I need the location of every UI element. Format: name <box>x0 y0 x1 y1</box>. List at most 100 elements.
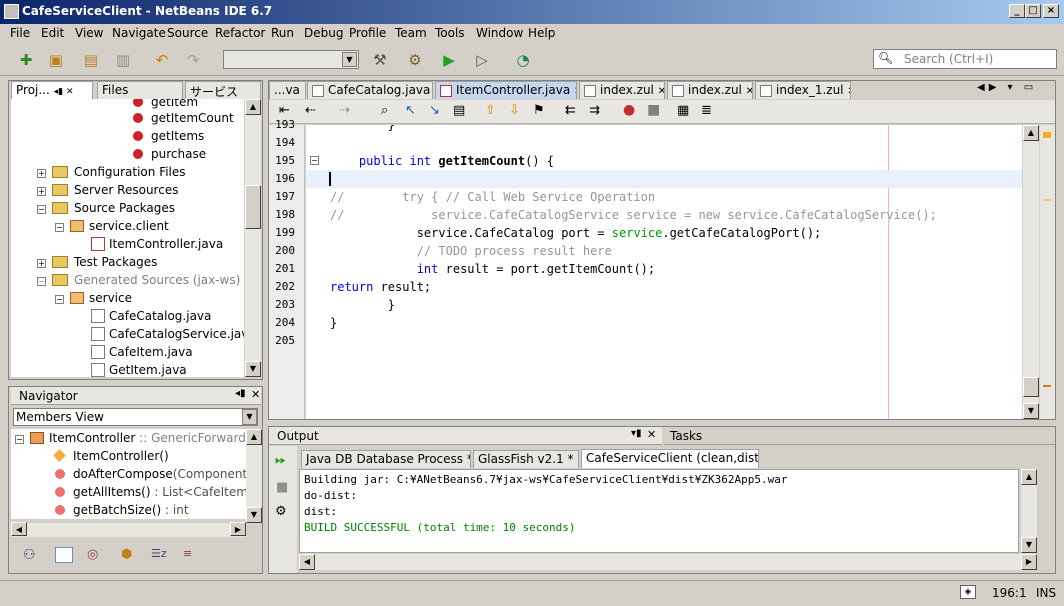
toggle-highlight-icon[interactable]: ▤ <box>453 103 465 118</box>
close-button[interactable]: × <box>1043 4 1059 18</box>
tree-item-source-packages[interactable]: − Source Packages <box>37 199 175 217</box>
output-header[interactable]: Output ▾▮ ✕ <box>269 427 662 445</box>
redo-icon[interactable]: ↷ <box>181 48 205 72</box>
tab-services[interactable]: サービス <box>185 81 261 99</box>
menu-debug[interactable]: Debug <box>304 26 343 40</box>
new-file-icon[interactable]: ✚ <box>14 48 38 72</box>
member-item[interactable]: getAllItems() : List<CafeItem> <box>55 483 246 501</box>
tab-files[interactable]: Files <box>97 81 183 99</box>
run-icon[interactable]: ▶ <box>437 48 461 72</box>
scroll-thumb[interactable] <box>245 185 261 229</box>
tree-item-configuration-files[interactable]: + Configuration Files <box>37 163 186 181</box>
code-line[interactable]: } <box>330 125 395 134</box>
collapse-icon[interactable]: − <box>37 205 46 214</box>
code-line[interactable]: } <box>330 296 395 314</box>
code-line[interactable]: int result = port.getItemCount(); <box>330 260 655 278</box>
tree-item-service[interactable]: − service <box>55 289 132 307</box>
collapse-icon[interactable]: − <box>37 277 46 286</box>
menu-team[interactable]: Team <box>395 26 427 40</box>
toggle-bookmark-icon[interactable]: ⚑ <box>533 103 545 118</box>
tree-item-cafecatalogservice-java[interactable]: CafeCatalogService.java <box>91 325 244 343</box>
forward-icon[interactable]: ⇢ <box>339 103 350 118</box>
output-hscrollbar[interactable]: ◀ ▶ <box>299 554 1037 570</box>
stop-icon[interactable]: ■ <box>276 480 288 495</box>
tab-editor-0[interactable]: ...va <box>269 81 306 99</box>
notification-icon[interactable]: ◈ <box>960 585 976 599</box>
menu-window[interactable]: Window <box>476 26 523 40</box>
minimize-button[interactable]: _ <box>1009 4 1025 18</box>
find-next-icon[interactable]: ↘ <box>429 103 440 118</box>
collapse-icon[interactable]: − <box>55 223 64 232</box>
menu-edit[interactable]: Edit <box>41 26 64 40</box>
minimize-panel-icon[interactable]: ◂▮ <box>235 388 246 399</box>
menu-refactor[interactable]: Refactor <box>215 26 265 40</box>
fold-icon[interactable]: − <box>310 156 319 165</box>
tree-item-cafecatalog-java[interactable]: CafeCatalog.java <box>91 307 211 325</box>
menu-navigate[interactable]: Navigate <box>112 26 166 40</box>
start-macro-icon[interactable]: ● <box>623 102 635 118</box>
tasks-header[interactable]: Tasks <box>664 427 1055 445</box>
undo-icon[interactable]: ↶ <box>150 48 174 72</box>
filter-nonpublic-icon[interactable] <box>55 547 73 563</box>
menu-file[interactable]: File <box>10 26 30 40</box>
profile-icon[interactable]: ◔ <box>511 48 535 72</box>
output-tab-2[interactable]: CafeServiceClient (clean,dist) ✕ <box>581 449 759 468</box>
next-bookmark-icon[interactable]: ⇩ <box>509 103 520 118</box>
output-text-area[interactable]: Building jar: C:¥ANetBeans6.7¥jax-ws¥Caf… <box>299 469 1019 553</box>
close-panel-icon[interactable]: ✕ <box>251 388 260 401</box>
settings-icon[interactable]: ⚙ <box>275 504 287 519</box>
code-line[interactable]: } <box>330 314 337 332</box>
save-all-icon[interactable]: ▥ <box>111 48 135 72</box>
scroll-up-icon[interactable]: ▲ <box>1021 469 1037 485</box>
tab-scroll-icons[interactable]: ◀▶ ▾ ▭ <box>977 82 1037 93</box>
scroll-down-icon[interactable]: ▼ <box>1021 537 1037 553</box>
menu-help[interactable]: Help <box>528 26 555 40</box>
previous-bookmark-icon[interactable]: ⇧ <box>485 103 496 118</box>
scroll-up-icon[interactable]: ▲ <box>245 99 261 115</box>
search-box[interactable]: 🔍︎ Search (Ctrl+I) <box>873 49 1057 69</box>
tree-item-getitem-java[interactable]: GetItem.java <box>91 361 187 377</box>
members-view-dropdown[interactable]: Members View ▼ <box>13 408 258 426</box>
tree-item-getitemcount[interactable]: getItemCount <box>133 109 234 127</box>
error-stripe[interactable] <box>1040 125 1055 419</box>
tree-item-getitems[interactable]: getItems <box>133 127 204 145</box>
warning-marker[interactable] <box>1043 132 1051 138</box>
collapse-icon[interactable]: − <box>55 295 64 304</box>
output-scrollbar[interactable]: ▲ ▼ <box>1021 469 1037 553</box>
rerun-icon[interactable]: ⏩︎ <box>275 452 286 468</box>
code-line[interactable]: // try { // Call Web Service Operation <box>330 188 655 206</box>
code-line[interactable]: public int getItemCount() { <box>330 152 554 170</box>
code-line[interactable]: return result; <box>330 278 431 296</box>
member-root[interactable]: − ItemController :: GenericForwardComp <box>15 429 246 447</box>
code-line[interactable]: service.CafeCatalog port = service.getCa… <box>330 224 822 242</box>
search-placeholder[interactable]: Search (Ctrl+I) <box>904 52 993 66</box>
editor-scrollbar[interactable]: ▲ ▼ <box>1023 125 1039 419</box>
minimize-panel-icon[interactable]: ▾▮ <box>631 428 642 439</box>
scroll-down-icon[interactable]: ▼ <box>245 361 261 377</box>
maximize-button[interactable]: □ <box>1025 4 1041 18</box>
tree-item-cafeitem-java[interactable]: CafeItem.java <box>91 343 193 361</box>
find-icon[interactable]: ⌕ <box>381 103 388 118</box>
menu-tools[interactable]: Tools <box>435 26 465 40</box>
tree-item-test-packages[interactable]: + Test Packages <box>37 253 157 271</box>
expand-icon[interactable]: + <box>37 169 46 178</box>
scroll-thumb[interactable] <box>1023 377 1039 397</box>
expand-icon[interactable]: + <box>37 259 46 268</box>
member-item[interactable]: ItemController() <box>53 447 169 465</box>
back-icon[interactable]: ⇠ <box>305 103 316 118</box>
filter-fields-icon[interactable]: ⚇ <box>23 547 36 563</box>
scroll-right-icon[interactable]: ▶ <box>230 522 246 536</box>
scroll-left-icon[interactable]: ◀ <box>299 554 315 570</box>
menu-run[interactable]: Run <box>271 26 294 40</box>
project-tree-scrollbar[interactable]: ▲ ▼ <box>245 99 261 377</box>
tab-editor-2[interactable]: ItemController.java ✕ <box>435 81 577 99</box>
expand-icon[interactable]: + <box>37 187 46 196</box>
member-item[interactable]: getBatchSize() : int <box>55 501 189 519</box>
code-line[interactable]: // service.CafeCatalogService service = … <box>330 206 937 224</box>
output-tab-1[interactable]: GlassFish v2.1 * ✕ <box>473 450 579 468</box>
configuration-dropdown[interactable]: ▼ <box>223 50 359 69</box>
tree-item-purchase[interactable]: purchase <box>133 145 206 163</box>
scroll-right-icon[interactable]: ▶ <box>1021 554 1037 570</box>
output-tab-0[interactable]: Java DB Database Process * ✕ <box>301 450 471 468</box>
tab-editor-1[interactable]: CafeCatalog.java ✕ <box>307 81 433 99</box>
